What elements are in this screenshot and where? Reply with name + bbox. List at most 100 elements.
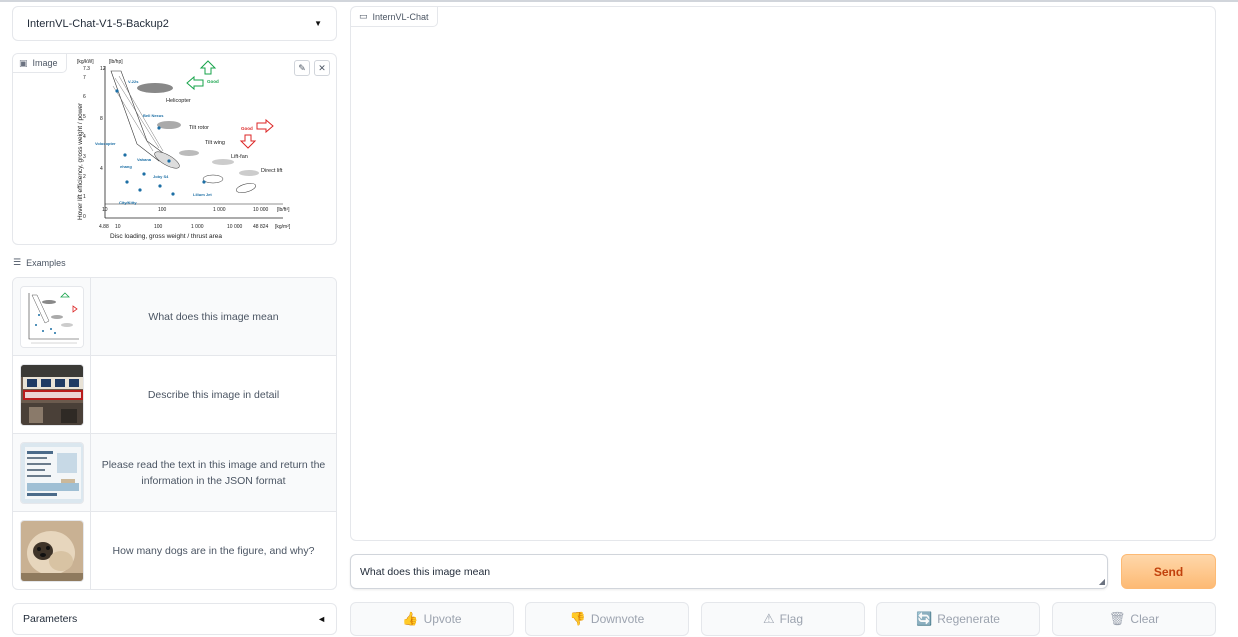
marker: [123, 153, 127, 157]
top-divider: [0, 0, 1238, 2]
directlift-icon: [239, 170, 259, 176]
model-dropdown-value: InternVL-Chat-V1-5-Backup2: [27, 17, 169, 30]
marker: [167, 159, 171, 163]
x-tick-top: 1 000: [213, 207, 226, 213]
downvote-label: Downvote: [590, 612, 645, 626]
marker: [125, 180, 129, 184]
liftfan-band: [202, 174, 224, 184]
example-thumb-cell[interactable]: [13, 434, 91, 511]
flag-button[interactable]: ⚠ Flag: [701, 602, 865, 636]
lilium-label: Lilium Jet: [193, 192, 212, 197]
kittyhawk-label: City/Kitty: [119, 200, 137, 205]
vahana-label: Vahana: [137, 157, 152, 162]
arrow-left-icon: [186, 75, 204, 91]
good-label-red: Good: [241, 126, 253, 131]
x-tick-bottom: 10 000: [227, 224, 243, 230]
example-prompt[interactable]: Please read the text in this image and r…: [91, 434, 336, 511]
examples-table: What does this image mean Describe this …: [12, 277, 337, 590]
chatbot-label: ▭ InternVL-Chat: [351, 7, 438, 27]
upvote-button[interactable]: 👍 Upvote: [350, 602, 514, 636]
x-tick-bottom: 1 000: [191, 224, 204, 230]
clear-button[interactable]: 🗑 Clear: [1052, 602, 1216, 636]
y-tick-right: 12: [100, 66, 106, 72]
warning-icon: ⚠: [763, 611, 775, 626]
aircraft-markers: [115, 89, 206, 196]
example-thumbnail-dogs[interactable]: [19, 520, 84, 582]
x-tick-bottom: 10: [115, 224, 121, 230]
example-row[interactable]: How many dogs are in the figure, and why…: [13, 512, 336, 589]
good-label-green: Good: [207, 79, 219, 84]
tilt-rotor-label: Tilt rotor: [189, 125, 209, 131]
marker: [171, 192, 175, 196]
clear-label: Clear: [1130, 612, 1160, 626]
image-label-text: Image: [32, 58, 58, 68]
helicopter-icon: [137, 83, 173, 93]
joby-label: Joby S4: [153, 174, 169, 179]
thumbs-up-icon: 👍: [402, 611, 419, 626]
marker: [157, 126, 161, 130]
example-thumbnail-storefront[interactable]: [19, 363, 84, 426]
regenerate-label: Regenerate: [937, 612, 1000, 626]
bell-nexus-label: Bell Nexus: [143, 113, 164, 118]
examples-label-text: Examples: [26, 257, 66, 268]
marker: [142, 172, 146, 176]
example-row[interactable]: Please read the text in this image and r…: [13, 434, 336, 512]
resize-handle-icon[interactable]: ◢: [1099, 577, 1105, 586]
example-thumbnail-chart[interactable]: [19, 285, 84, 348]
marker: [138, 188, 142, 192]
y-tick-right: 4: [100, 166, 103, 172]
downvote-button[interactable]: 👎 Downvote: [525, 602, 689, 636]
marker: [115, 89, 119, 93]
x-tick-top: 10: [102, 207, 108, 213]
example-thumb-cell[interactable]: [13, 278, 91, 355]
x-tick-top: 10 000: [253, 207, 269, 213]
regenerate-button[interactable]: 🔄 Regenerate: [876, 602, 1040, 636]
y-tick-right: 8: [100, 116, 103, 122]
volocopter-label: Volocopter: [95, 141, 116, 146]
chatbot-label-text: InternVL-Chat: [372, 11, 429, 22]
x-tick-bottom: 4.88: [99, 224, 109, 230]
marker: [202, 180, 206, 184]
refresh-icon: 🔄: [916, 611, 933, 626]
send-button-label: Send: [1153, 564, 1184, 579]
image-icon: ▣: [19, 57, 28, 68]
example-prompt[interactable]: Describe this image in detail: [91, 356, 336, 433]
marker: [158, 184, 162, 188]
example-thumb-cell[interactable]: [13, 356, 91, 433]
chevron-down-icon[interactable]: ▼: [314, 19, 322, 28]
list-icon: ☰: [13, 257, 22, 267]
y-axis-label: Hover lift efficiency, gross weight / po…: [77, 102, 84, 220]
y-tick: 7.3: [83, 66, 90, 72]
arrow-down-icon: [239, 134, 257, 149]
chat-icon: ▭: [359, 11, 368, 21]
example-thumbnail-ticket[interactable]: [19, 441, 84, 504]
message-input[interactable]: What does this image mean ◢: [350, 554, 1108, 589]
uploaded-chart-image: 7.3 7 6 5 4 3 2 1 0 12 8 4 [kg/kW] [lb/h…: [77, 59, 291, 240]
example-prompt[interactable]: What does this image mean: [91, 278, 336, 355]
triangle-left-icon[interactable]: ◄: [317, 614, 326, 624]
x-unit-top: [lb/ft²]: [277, 207, 290, 213]
arrow-up-icon: [199, 60, 217, 75]
y-tick: 6: [83, 94, 86, 100]
x-tick-top: 100: [158, 207, 167, 213]
directlift-band: [236, 183, 256, 193]
tiltrotor-icon: [157, 121, 181, 129]
close-icon[interactable]: ✕: [314, 60, 330, 76]
y-tick: 7: [83, 75, 86, 81]
image-upload-panel[interactable]: ▣ Image ✎ ✕ 7.3 7 6 5 4 3 2 1 0 12 8 4 […: [12, 53, 337, 245]
example-prompt[interactable]: How many dogs are in the figure, and why…: [91, 512, 336, 589]
example-thumb-cell[interactable]: [13, 512, 91, 589]
chatbot-panel: ▭ InternVL-Chat: [350, 6, 1216, 541]
trash-icon: 🗑: [1108, 611, 1126, 626]
x-axis-label: Disc loading, gross weight / thrust area: [110, 233, 222, 240]
example-row[interactable]: What does this image mean: [13, 278, 336, 356]
model-dropdown[interactable]: InternVL-Chat-V1-5-Backup2 ▼: [12, 6, 337, 41]
x-unit-bottom: [kg/m²]: [275, 224, 291, 230]
examples-header: ☰ Examples: [13, 257, 66, 268]
example-row[interactable]: Describe this image in detail: [13, 356, 336, 434]
tilt-band: [154, 151, 180, 169]
parameters-accordion[interactable]: Parameters ◄: [12, 603, 337, 635]
x-tick-bottom: 100: [154, 224, 163, 230]
upvote-label: Upvote: [423, 612, 462, 626]
send-button[interactable]: Send: [1121, 554, 1216, 589]
